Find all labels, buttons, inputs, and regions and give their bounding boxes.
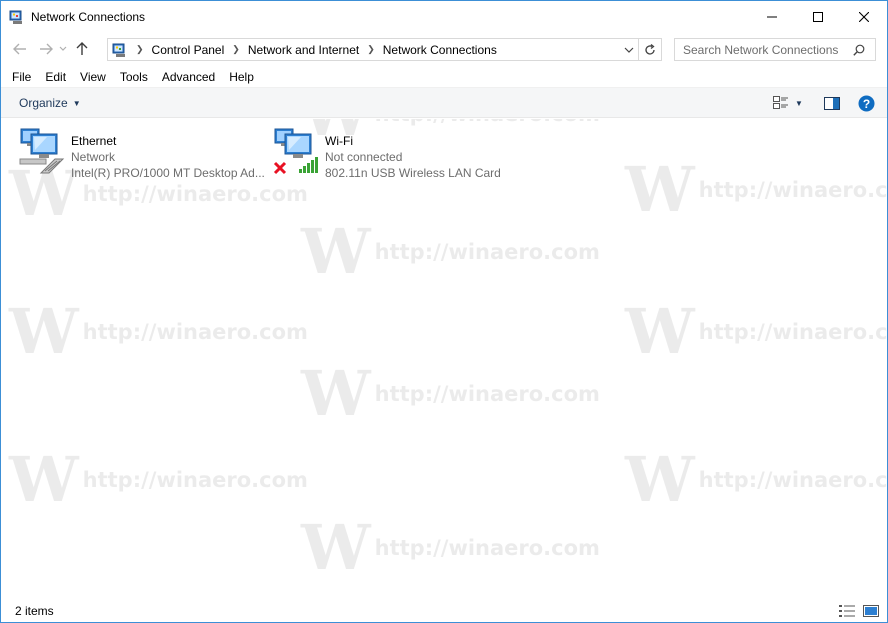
close-button[interactable] bbox=[841, 1, 887, 32]
svg-text:?: ? bbox=[862, 96, 869, 110]
menu-tools[interactable]: Tools bbox=[113, 67, 155, 87]
help-button[interactable]: ? bbox=[853, 92, 879, 114]
address-row: ❯ Control Panel ❯ Network and Internet ❯… bbox=[1, 32, 887, 66]
explorer-window: Network Connections ❯ Control Panel ❯ Ne… bbox=[0, 0, 888, 623]
title-bar[interactable]: Network Connections bbox=[1, 1, 887, 32]
organize-button[interactable]: Organize ▼ bbox=[13, 93, 87, 113]
up-button[interactable] bbox=[71, 38, 93, 60]
watermark: Whttp://winaero.com bbox=[625, 295, 887, 368]
breadcrumb-control-panel[interactable]: Control Panel bbox=[152, 43, 225, 57]
details-view-button[interactable] bbox=[837, 603, 857, 619]
watermark: Whttp://winaero.com bbox=[625, 153, 887, 226]
menu-advanced[interactable]: Advanced bbox=[155, 67, 222, 87]
watermark: Whttp://winaero.com bbox=[625, 443, 887, 516]
minimize-button[interactable] bbox=[749, 1, 795, 32]
more-views-dropdown[interactable]: ▼ bbox=[791, 92, 807, 114]
connection-status: Network bbox=[71, 150, 116, 164]
address-bar[interactable]: ❯ Control Panel ❯ Network and Internet ❯… bbox=[107, 38, 639, 61]
maximize-button[interactable] bbox=[795, 1, 841, 32]
connection-device: 802.11n USB Wireless LAN Card bbox=[325, 166, 501, 180]
caret-down-icon: ▼ bbox=[72, 98, 81, 108]
organize-label: Organize bbox=[19, 96, 68, 110]
breadcrumb-network-and-internet[interactable]: Network and Internet bbox=[248, 43, 359, 57]
back-button[interactable] bbox=[9, 38, 31, 60]
view-options-icon bbox=[773, 96, 788, 109]
recent-locations-button[interactable] bbox=[57, 38, 69, 60]
menu-help[interactable]: Help bbox=[222, 67, 261, 87]
window-title: Network Connections bbox=[31, 9, 146, 24]
watermark: Whttp://winaero.com bbox=[301, 511, 600, 584]
breadcrumb-separator-icon[interactable]: ❯ bbox=[232, 44, 240, 55]
close-icon bbox=[859, 11, 869, 22]
connections-list[interactable]: Whttp://winaero.com Whttp://winaero.com … bbox=[1, 119, 887, 597]
breadcrumb-separator-icon[interactable]: ❯ bbox=[136, 44, 144, 55]
search-box[interactable] bbox=[674, 38, 876, 61]
command-bar: Organize ▼ ▼ ? bbox=[1, 88, 887, 118]
search-input[interactable] bbox=[675, 42, 851, 57]
forward-arrow-icon bbox=[40, 43, 53, 55]
breadcrumb-separator-icon[interactable]: ❯ bbox=[367, 44, 375, 55]
network-connections-icon bbox=[9, 10, 22, 24]
details-view-icon bbox=[839, 605, 855, 617]
connection-device: Intel(R) PRO/1000 MT Desktop Ad... bbox=[71, 166, 265, 180]
chevron-down-icon bbox=[59, 46, 67, 51]
watermark: Whttp://winaero.com bbox=[301, 357, 600, 430]
menu-edit[interactable]: Edit bbox=[38, 67, 73, 87]
chevron-down-icon bbox=[624, 47, 634, 53]
preview-pane-icon bbox=[824, 96, 840, 110]
watermark: Whttp://winaero.com bbox=[9, 443, 308, 516]
menu-bar: File Edit View Tools Advanced Help bbox=[1, 67, 887, 88]
search-icon[interactable] bbox=[851, 42, 867, 58]
maximize-icon bbox=[813, 11, 823, 22]
refresh-button[interactable] bbox=[639, 38, 662, 61]
minimize-icon bbox=[767, 16, 777, 17]
large-icons-view-button[interactable] bbox=[861, 603, 881, 619]
connection-name: Wi-Fi bbox=[325, 134, 353, 148]
preview-pane-button[interactable] bbox=[815, 92, 849, 114]
watermark: Whttp://winaero.com bbox=[9, 295, 308, 368]
control-panel-icon bbox=[112, 43, 125, 57]
status-bar: 2 items bbox=[1, 599, 887, 622]
item-count: 2 items bbox=[15, 604, 54, 618]
connection-name: Ethernet bbox=[71, 134, 117, 148]
connection-status: Not connected bbox=[325, 150, 403, 164]
connection-wifi[interactable]: Wi-Fi Not connected 802.11n USB Wireless… bbox=[271, 125, 501, 183]
large-icons-view-icon bbox=[863, 605, 879, 617]
up-arrow-icon bbox=[76, 42, 88, 55]
address-history-dropdown[interactable] bbox=[622, 42, 636, 58]
menu-view[interactable]: View bbox=[73, 67, 113, 87]
caret-down-icon: ▼ bbox=[795, 98, 803, 108]
help-icon: ? bbox=[858, 95, 874, 111]
wifi-adapter-icon bbox=[271, 125, 323, 177]
ethernet-adapter-icon bbox=[17, 125, 69, 177]
connection-ethernet[interactable]: Ethernet Network Intel(R) PRO/1000 MT De… bbox=[17, 125, 265, 183]
menu-file[interactable]: File bbox=[5, 67, 38, 87]
refresh-icon bbox=[645, 43, 655, 55]
breadcrumb-network-connections[interactable]: Network Connections bbox=[383, 43, 497, 57]
change-view-button[interactable] bbox=[771, 92, 791, 114]
watermark: Whttp://winaero.com bbox=[301, 215, 600, 288]
forward-button[interactable] bbox=[35, 38, 57, 60]
back-arrow-icon bbox=[13, 43, 26, 55]
